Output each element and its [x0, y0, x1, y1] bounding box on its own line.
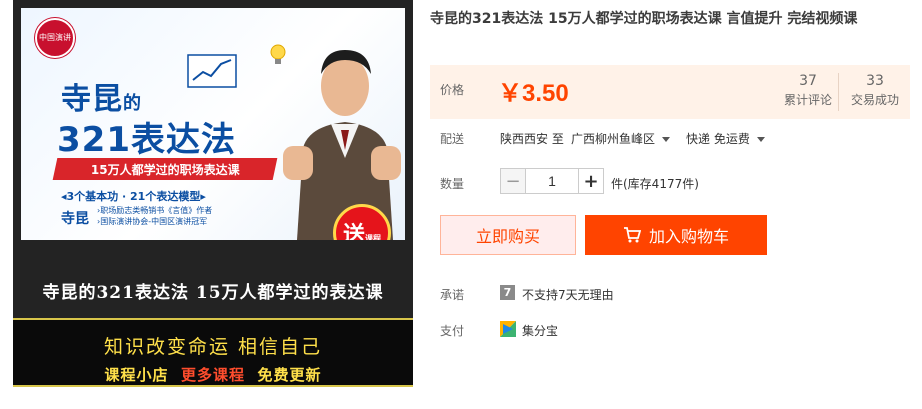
banner-ribbon-text: 15万人都学过的职场表达课 — [90, 162, 240, 177]
author-desc-line: ›职场励志类畅销书《言值》作者 — [97, 206, 213, 215]
review-count-stat[interactable]: 37 累计评论 — [775, 71, 841, 109]
promo-more: 更多课程 — [180, 366, 245, 384]
shipping-label: 配送 — [440, 132, 465, 146]
gift-badge-main: 送 — [342, 223, 365, 240]
gift-badge-sub: 课程 — [365, 233, 381, 241]
payment-method[interactable]: 集分宝 — [522, 322, 558, 339]
product-image[interactable]: 中国演讲 寺昆 的 321表达法 15万人都学过的职场表达课 ◂3个基本功 · 2… — [13, 0, 413, 387]
ship-method-select[interactable]: 快递 免运费 — [686, 130, 765, 147]
product-title: 寺昆的321表达法 15万人都学过的职场表达课 言值提升 完结视频课 — [430, 11, 858, 27]
speaker-photo — [283, 50, 401, 240]
promo-slogan: 知识改变命运 相信自己 — [103, 336, 323, 358]
chevron-down-icon — [756, 137, 765, 142]
ship-method: 快递 免运费 — [686, 132, 750, 146]
promise-label: 承诺 — [440, 288, 465, 302]
add-to-cart-label: 加入购物车 — [648, 227, 729, 246]
banner-title-method: 321表达法 — [57, 120, 236, 160]
promo-shop: 课程小店 — [104, 366, 169, 384]
add-to-cart-button[interactable]: 加入购物车 — [585, 215, 767, 255]
price-label: 价格 — [440, 83, 465, 97]
brand-logo: 中国演讲 — [35, 18, 75, 58]
quantity-input[interactable] — [526, 168, 578, 194]
author-desc-line: ›国际演讲协会-中国区演讲冠军 — [97, 216, 208, 226]
promo-update: 免费更新 — [257, 366, 322, 384]
banner-author-desc: ›职场励志类畅销书《言值》作者 ›国际演讲协会-中国区演讲冠军 — [97, 206, 212, 228]
review-count-label: 累计评论 — [783, 93, 832, 107]
quantity-stepper: − + — [500, 168, 604, 196]
no-return-icon: 7 — [500, 285, 515, 300]
banner-ribbon: 15万人都学过的职场表达课 — [52, 158, 278, 180]
decrease-button[interactable]: − — [500, 168, 526, 194]
banner-title-particle: 的 — [123, 93, 142, 114]
banner-author: 寺昆 — [61, 211, 89, 227]
ship-from: 陕西西安 至 — [500, 132, 564, 146]
sales-count-stat[interactable]: 33 交易成功 — [842, 71, 908, 109]
image-caption: 寺昆的321表达法 15万人都学过的表达课 — [42, 282, 384, 303]
increase-button[interactable]: + — [578, 168, 604, 194]
promo-box: 知识改变命运 相信自己 课程小店 更多课程 免费更新 — [13, 318, 413, 387]
sales-count: 33 — [866, 73, 884, 89]
chart-icon — [187, 54, 237, 88]
sales-count-label: 交易成功 — [850, 93, 899, 107]
price-value: ￥3.50 — [498, 80, 569, 107]
stock-text: 件(库存4177件) — [611, 177, 699, 191]
chevron-down-icon — [662, 137, 671, 142]
promo-links: 课程小店 更多课程 免费更新 — [13, 364, 413, 385]
ship-to-select[interactable]: 广西柳州鱼峰区 — [571, 130, 671, 147]
payment-label: 支付 — [440, 324, 465, 338]
promise-text[interactable]: 不支持7天无理由 — [522, 286, 614, 303]
stat-divider — [838, 73, 839, 111]
banner-subtitle: ◂3个基本功 · 21个表达模型▸ — [61, 190, 206, 203]
buy-now-button[interactable]: 立即购买 — [440, 215, 576, 255]
jifenbao-icon — [500, 321, 516, 337]
price-panel: 价格 ￥3.50 37 累计评论 33 交易成功 — [430, 65, 910, 119]
ship-to: 广西柳州鱼峰区 — [571, 132, 656, 146]
review-count: 37 — [799, 73, 817, 89]
shopping-cart-icon — [623, 227, 641, 243]
course-banner: 中国演讲 寺昆 的 321表达法 15万人都学过的职场表达课 ◂3个基本功 · 2… — [21, 8, 405, 240]
quantity-label: 数量 — [440, 177, 465, 191]
